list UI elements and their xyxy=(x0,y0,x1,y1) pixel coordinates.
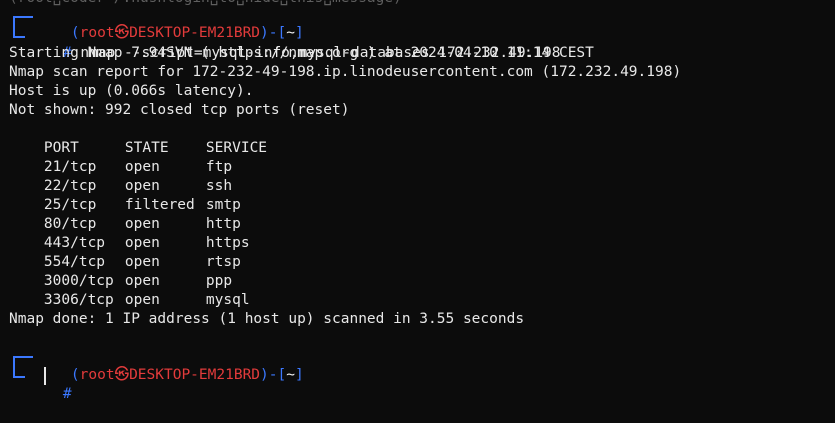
prompt-open: ( xyxy=(70,367,80,383)
prompt-frame-vertical xyxy=(13,357,15,378)
prompt-user: root xyxy=(79,367,115,383)
prompt-dir: ~ xyxy=(286,367,295,383)
command-input-line[interactable]: # xyxy=(28,366,72,402)
table-row: 554/tcp open rtsp xyxy=(9,234,241,270)
prompt-close: )-[ xyxy=(260,367,287,383)
row-port: 3306/tcp xyxy=(43,292,114,308)
row-state: open xyxy=(124,292,160,308)
command-line: # nmap --script=mysql-info,mysql-databas… xyxy=(28,25,561,61)
prompt-frame-vertical xyxy=(13,17,15,38)
prompt-host: DESKTOP-EM21BRD xyxy=(129,367,261,383)
prompt-frame-top xyxy=(13,356,33,358)
prompt-frame-bottom xyxy=(13,36,25,38)
prompt-frame-bottom xyxy=(13,376,25,378)
table-row: 25/tcp filtered smtp xyxy=(9,177,241,213)
table-row: 3306/tcp open mysql xyxy=(9,272,250,308)
table-row: 21/tcp open ftp xyxy=(9,139,232,175)
output-line: Starting Nmap 7.94SVN ( https://nmap.org… xyxy=(9,45,594,61)
table-row: 443/tcp open https xyxy=(9,215,250,251)
table-row: 22/tcp open ssh xyxy=(9,158,232,194)
row-service: mysql xyxy=(205,292,250,308)
port-table-header: PORT STATE SERVICE xyxy=(9,120,267,156)
terminal-window[interactable]: (root␣coder~/.hushlogin␣to␣hide␣this␣mes… xyxy=(0,0,835,410)
prompt-separator: ㉿ xyxy=(114,367,130,383)
output-line: Nmap scan report for 172-232-49-198.ip.l… xyxy=(9,64,682,80)
output-line: Not shown: 992 closed tcp ports (reset) xyxy=(9,102,350,118)
prompt-line-2: (root㉿DESKTOP-EM21BRD)-[~] xyxy=(36,347,304,383)
text-cursor xyxy=(44,367,46,385)
table-row: 3000/tcp open ppp xyxy=(9,253,232,289)
scan-done-line: Nmap done: 1 IP address (1 host up) scan… xyxy=(9,311,525,327)
output-line: Host is up (0.066s latency). xyxy=(9,83,254,99)
table-row: 80/tcp open http xyxy=(9,196,241,232)
prompt-frame-top xyxy=(13,16,33,18)
prompt-line-1: (root㉿DESKTOP-EM21BRD)-[~] xyxy=(36,5,304,41)
prompt-end: ] xyxy=(294,367,304,383)
prompt-hash: # xyxy=(62,386,72,402)
